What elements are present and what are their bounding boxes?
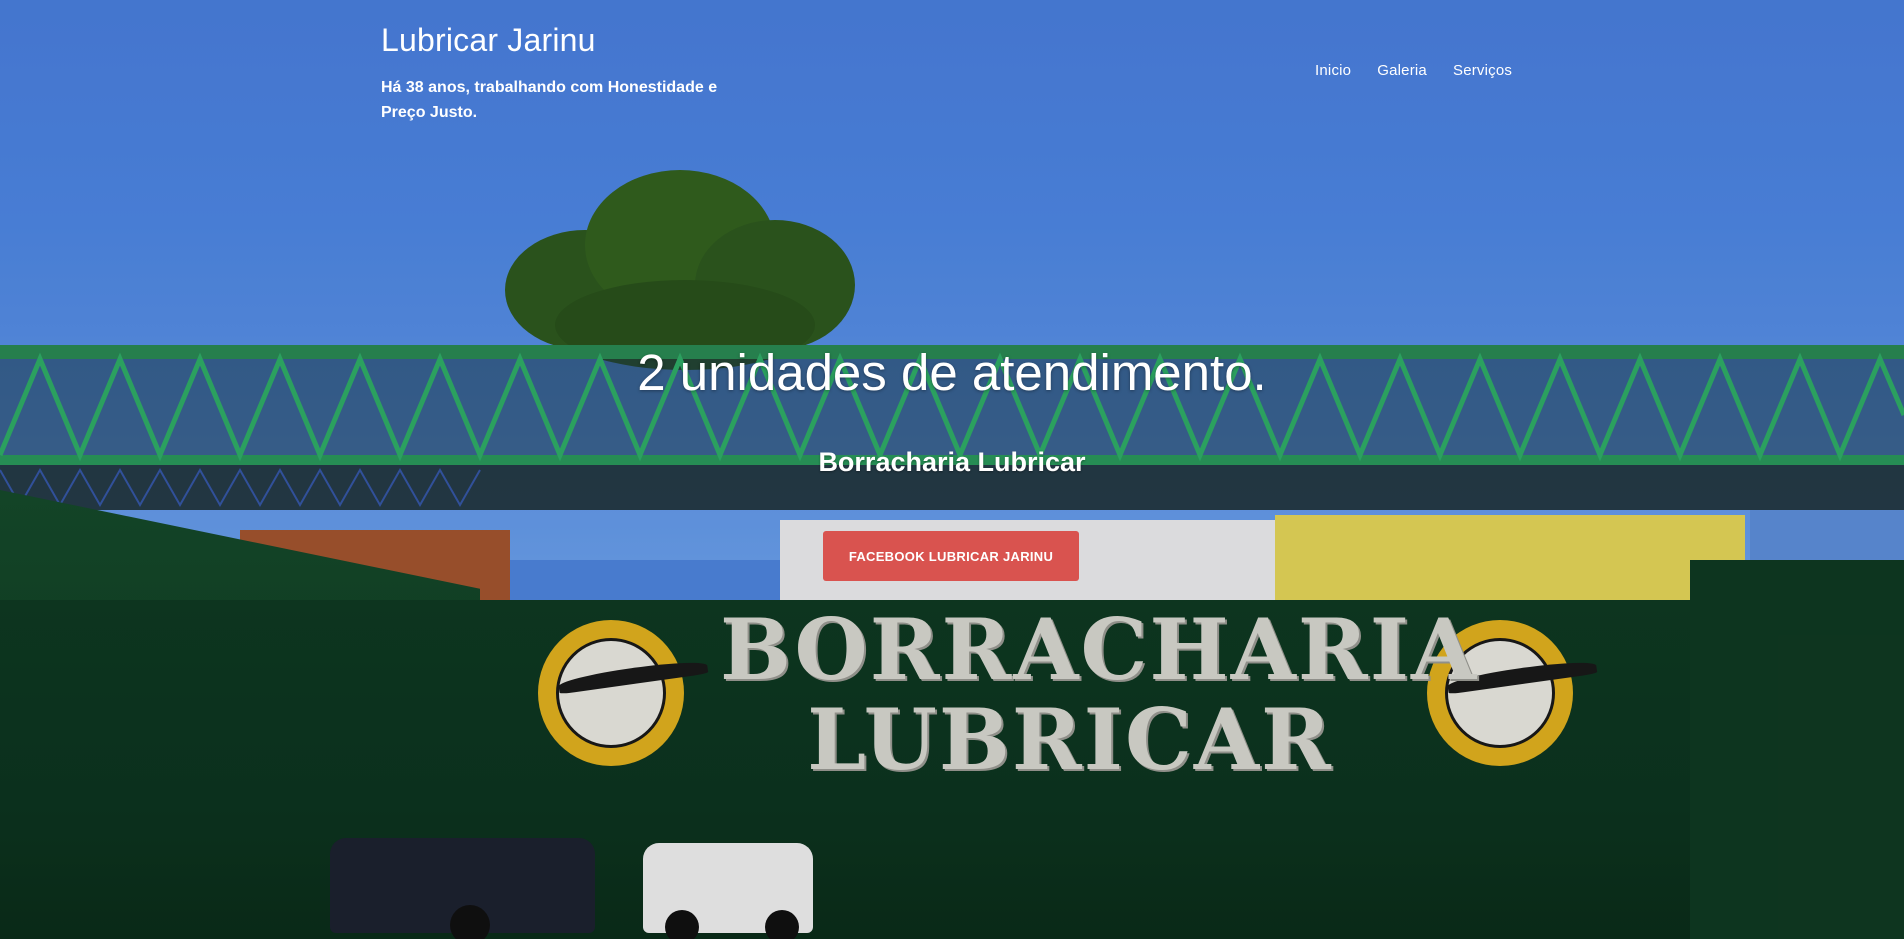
hero-title: 2 unidades de atendimento.: [637, 344, 1267, 401]
site-header: Lubricar Jarinu Há 38 anos, trabalhando …: [381, 20, 1521, 130]
nav-item-galeria[interactable]: Galeria: [1377, 62, 1427, 79]
site-tagline: Há 38 anos, trabalhando com Honestidade …: [381, 79, 718, 121]
hero-subtitle: Borracharia Lubricar: [818, 447, 1086, 477]
site-title-link[interactable]: Lubricar Jarinu: [381, 22, 596, 59]
nav-item-inicio[interactable]: Inicio: [1315, 62, 1351, 79]
hero-section: BORRACHARIA LUBRICAR Lubricar Jarinu Há …: [0, 0, 1904, 939]
nav-item-servicos[interactable]: Serviços: [1453, 62, 1512, 79]
main-navigation: Inicio Galeria Serviços: [1315, 62, 1512, 79]
facebook-button[interactable]: FACEBOOK LUBRICAR JARINU: [823, 531, 1079, 581]
